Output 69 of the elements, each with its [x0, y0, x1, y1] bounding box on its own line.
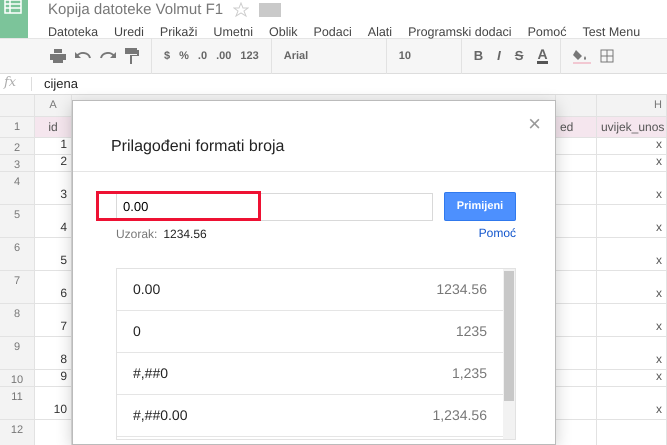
format-input-field[interactable]: 0.00	[116, 192, 433, 220]
italic-button[interactable]: I	[497, 46, 501, 66]
format-option[interactable]: #,##0	[133, 362, 168, 384]
table-cell[interactable]: x	[597, 155, 667, 172]
row-number[interactable]: 7	[0, 271, 35, 304]
table-cell[interactable]: x	[597, 370, 667, 387]
decrease-decimals-button[interactable]: .0	[198, 48, 208, 64]
font-dropdown[interactable]: Arial	[284, 48, 374, 64]
table-cell[interactable]: ed	[556, 117, 597, 138]
row-number[interactable]: 1	[0, 117, 35, 138]
menu-item[interactable]: Prikaži	[160, 23, 198, 42]
format-example: 1,234.56	[432, 406, 487, 424]
column-header[interactable]	[556, 95, 597, 117]
print-icon[interactable]	[50, 49, 66, 63]
row-number[interactable]: 2	[0, 138, 35, 155]
table-cell[interactable]: uvijek_unos	[597, 117, 667, 138]
table-cell[interactable]: id	[35, 117, 72, 138]
bold-button[interactable]: B	[474, 46, 484, 66]
menu-item[interactable]: Oblik	[269, 23, 298, 42]
menu-item[interactable]: Uredi	[114, 23, 144, 42]
menu-item[interactable]: Podaci	[314, 23, 352, 42]
menu-item[interactable]: Pomoć	[528, 23, 566, 42]
format-example: 1235	[456, 322, 487, 340]
column-header[interactable]: H	[597, 95, 667, 117]
document-title[interactable]: Kopija datoteke Volmut F1	[48, 1, 224, 18]
format-example: 1234.56	[436, 280, 487, 298]
percent-button[interactable]: %	[179, 48, 189, 64]
row-number[interactable]: 3	[0, 155, 35, 172]
sample-label: Uzorak:	[116, 227, 158, 241]
row-number[interactable]: 12	[0, 420, 35, 445]
table-cell[interactable]: x	[597, 172, 667, 205]
borders-icon[interactable]	[600, 49, 614, 63]
font-size-dropdown[interactable]: 10	[398, 48, 449, 64]
table-cell[interactable]: x	[597, 238, 667, 271]
strikethrough-button[interactable]: S	[514, 46, 524, 66]
row-number[interactable]: 5	[0, 205, 35, 238]
paint-format-icon[interactable]	[125, 48, 139, 64]
format-option[interactable]: 0.00	[133, 278, 160, 300]
more-formats-button[interactable]: 123	[240, 48, 259, 64]
table-cell[interactable]: x	[597, 138, 667, 155]
row-number[interactable]: 9	[0, 337, 35, 370]
formula-value[interactable]: cijena	[44, 74, 78, 94]
help-link[interactable]: Pomoć	[478, 224, 516, 244]
table-cell[interactable]: x	[597, 271, 667, 304]
menu-item[interactable]: Test Menu	[582, 23, 640, 42]
format-option[interactable]: #,##0.00	[133, 404, 188, 426]
table-cell[interactable]: x	[597, 337, 667, 370]
column-header[interactable]: A	[35, 95, 72, 117]
menu-item[interactable]: Umetni	[213, 23, 254, 42]
table-cell[interactable]: x	[597, 205, 667, 238]
fill-color-icon[interactable]	[572, 48, 591, 64]
row-number[interactable]: 4	[0, 172, 35, 205]
format-option[interactable]: 0	[133, 320, 141, 342]
table-cell[interactable]: x	[597, 387, 667, 420]
row-number[interactable]: 8	[0, 304, 35, 337]
sample-value: 1234.56	[163, 227, 207, 241]
menu-item[interactable]: Programski dodaci	[408, 23, 512, 42]
scrollbar[interactable]	[503, 268, 515, 438]
currency-button[interactable]: $	[164, 48, 170, 64]
menu-item[interactable]: Alati	[368, 23, 392, 42]
star-icon[interactable]	[233, 2, 250, 18]
table-cell[interactable]: x	[597, 304, 667, 337]
format-example: 1,235	[452, 364, 487, 382]
text-color-button[interactable]: A	[537, 48, 548, 64]
row-number[interactable]: 6	[0, 238, 35, 271]
row-number[interactable]: 11	[0, 387, 35, 420]
increase-decimals-button[interactable]: .00	[216, 48, 232, 64]
row-number[interactable]: 10	[0, 370, 35, 387]
menu-item[interactable]: Datoteka	[48, 23, 98, 42]
